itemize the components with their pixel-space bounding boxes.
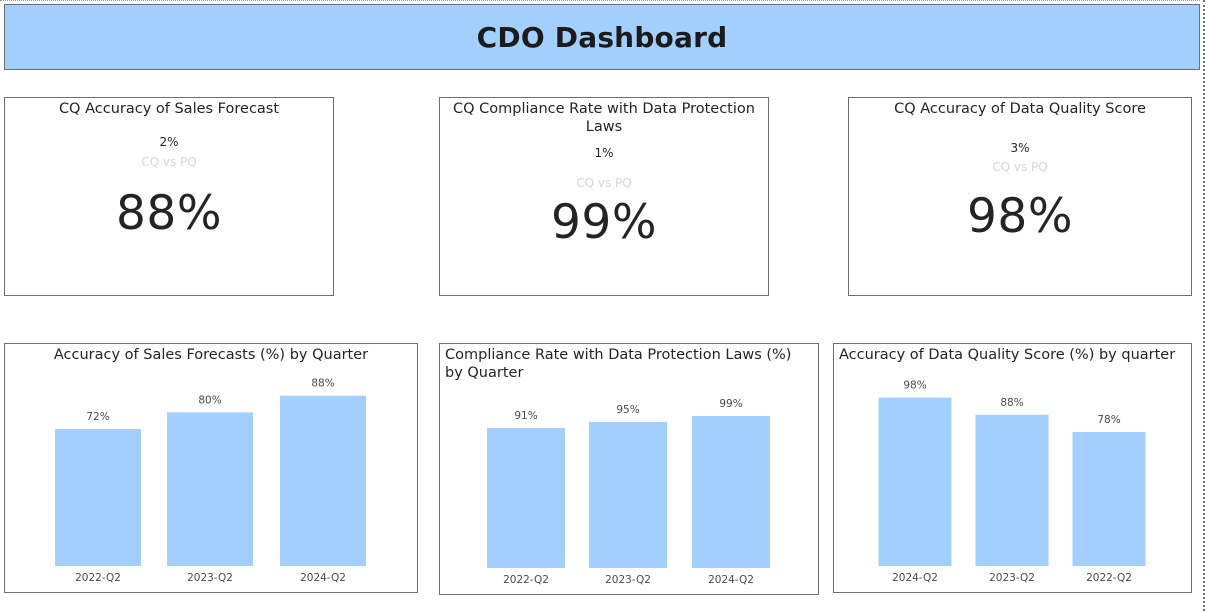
kpi-title: CQ Accuracy of Sales Forecast (58, 101, 280, 117)
bar-2024-Q2[interactable] (878, 397, 952, 566)
data-label: 88% (311, 378, 334, 390)
bar-2024-Q2[interactable] (692, 416, 770, 568)
chart-plot: 72% 2022-Q2 80% 2023-Q2 88% 2024-Q2 (55, 378, 366, 584)
top-divider (0, 0, 1200, 1)
x-tick-label: 2023-Q2 (187, 572, 233, 584)
chart-data-quality-score[interactable]: 98% 2024-Q2 88% 2023-Q2 78% 2022-Q2 Accuracy … (833, 343, 1192, 593)
dashboard-header: CDO Dashboard (4, 4, 1200, 70)
kpi-comparison-label: CQ vs PQ (141, 155, 197, 169)
dashboard-title: CDO Dashboard (476, 20, 728, 54)
kpi-title: CQ Compliance Rate with Data Protection … (453, 101, 755, 135)
kpi-card-compliance-rate[interactable]: CQ Compliance Rate with Data Protection … (439, 97, 769, 296)
data-label: 99% (719, 398, 742, 410)
chart-compliance-rate[interactable]: 91% 2022-Q2 95% 2023-Q2 99% 2024-Q2 Complianc… (439, 343, 819, 595)
data-label: 78% (1097, 414, 1120, 426)
data-label: 98% (903, 380, 926, 392)
kpi-card-data-quality[interactable]: CQ Accuracy of Data Quality Score 3% CQ … (848, 97, 1192, 296)
x-tick-label: 2024-Q2 (892, 572, 938, 584)
bar-2022-Q2[interactable] (487, 428, 565, 568)
x-tick-label: 2022-Q2 (503, 574, 549, 586)
dashboard-page: CDO Dashboard CQ Accuracy of Sales Forec… (0, 0, 1210, 611)
kpi-delta: 2% (159, 135, 179, 149)
x-tick-label: 2022-Q2 (1086, 572, 1132, 584)
kpi-comparison-label: CQ vs PQ (576, 176, 632, 190)
kpi-value: 99% (551, 195, 657, 250)
kpi-card-sales-forecast[interactable]: CQ Accuracy of Sales Forecast 2% CQ vs P… (4, 97, 334, 296)
x-tick-label: 2023-Q2 (605, 574, 651, 586)
x-tick-label: 2024-Q2 (708, 574, 754, 586)
chart-title: Accuracy of Sales Forecasts (%) by Quart… (53, 347, 369, 363)
x-tick-label: 2022-Q2 (75, 572, 121, 584)
x-tick-label: 2024-Q2 (300, 572, 346, 584)
kpi-delta: 3% (1010, 141, 1030, 155)
x-tick-label: 2023-Q2 (989, 572, 1035, 584)
bar-2022-Q2[interactable] (55, 429, 141, 566)
kpi-delta: 1% (594, 146, 614, 160)
bar-2022-Q2[interactable] (1072, 432, 1146, 566)
chart-title: Compliance Rate with Data Protection Law… (445, 347, 792, 381)
page-edge-divider (1203, 0, 1205, 611)
data-label: 88% (1000, 397, 1023, 409)
chart-title: Accuracy of Data Quality Score (%) by qu… (839, 347, 1176, 363)
chart-plot: 98% 2024-Q2 88% 2023-Q2 78% 2022-Q2 (878, 380, 1146, 584)
chart-sales-forecast-accuracy[interactable]: 72% 2022-Q2 80% 2023-Q2 88% 2024-Q2 Accuracy … (4, 343, 418, 593)
kpi-value: 88% (116, 186, 222, 241)
bar-2024-Q2[interactable] (280, 395, 366, 566)
bar-2023-Q2[interactable] (589, 422, 667, 568)
kpi-title: CQ Accuracy of Data Quality Score (894, 101, 1146, 117)
bar-2023-Q2[interactable] (167, 412, 253, 566)
data-label: 95% (616, 404, 639, 416)
data-label: 72% (86, 411, 109, 423)
data-label: 91% (514, 410, 537, 422)
kpi-comparison-label: CQ vs PQ (992, 160, 1048, 174)
bar-2023-Q2[interactable] (975, 414, 1049, 566)
kpi-value: 98% (967, 189, 1073, 244)
data-label: 80% (198, 394, 221, 406)
